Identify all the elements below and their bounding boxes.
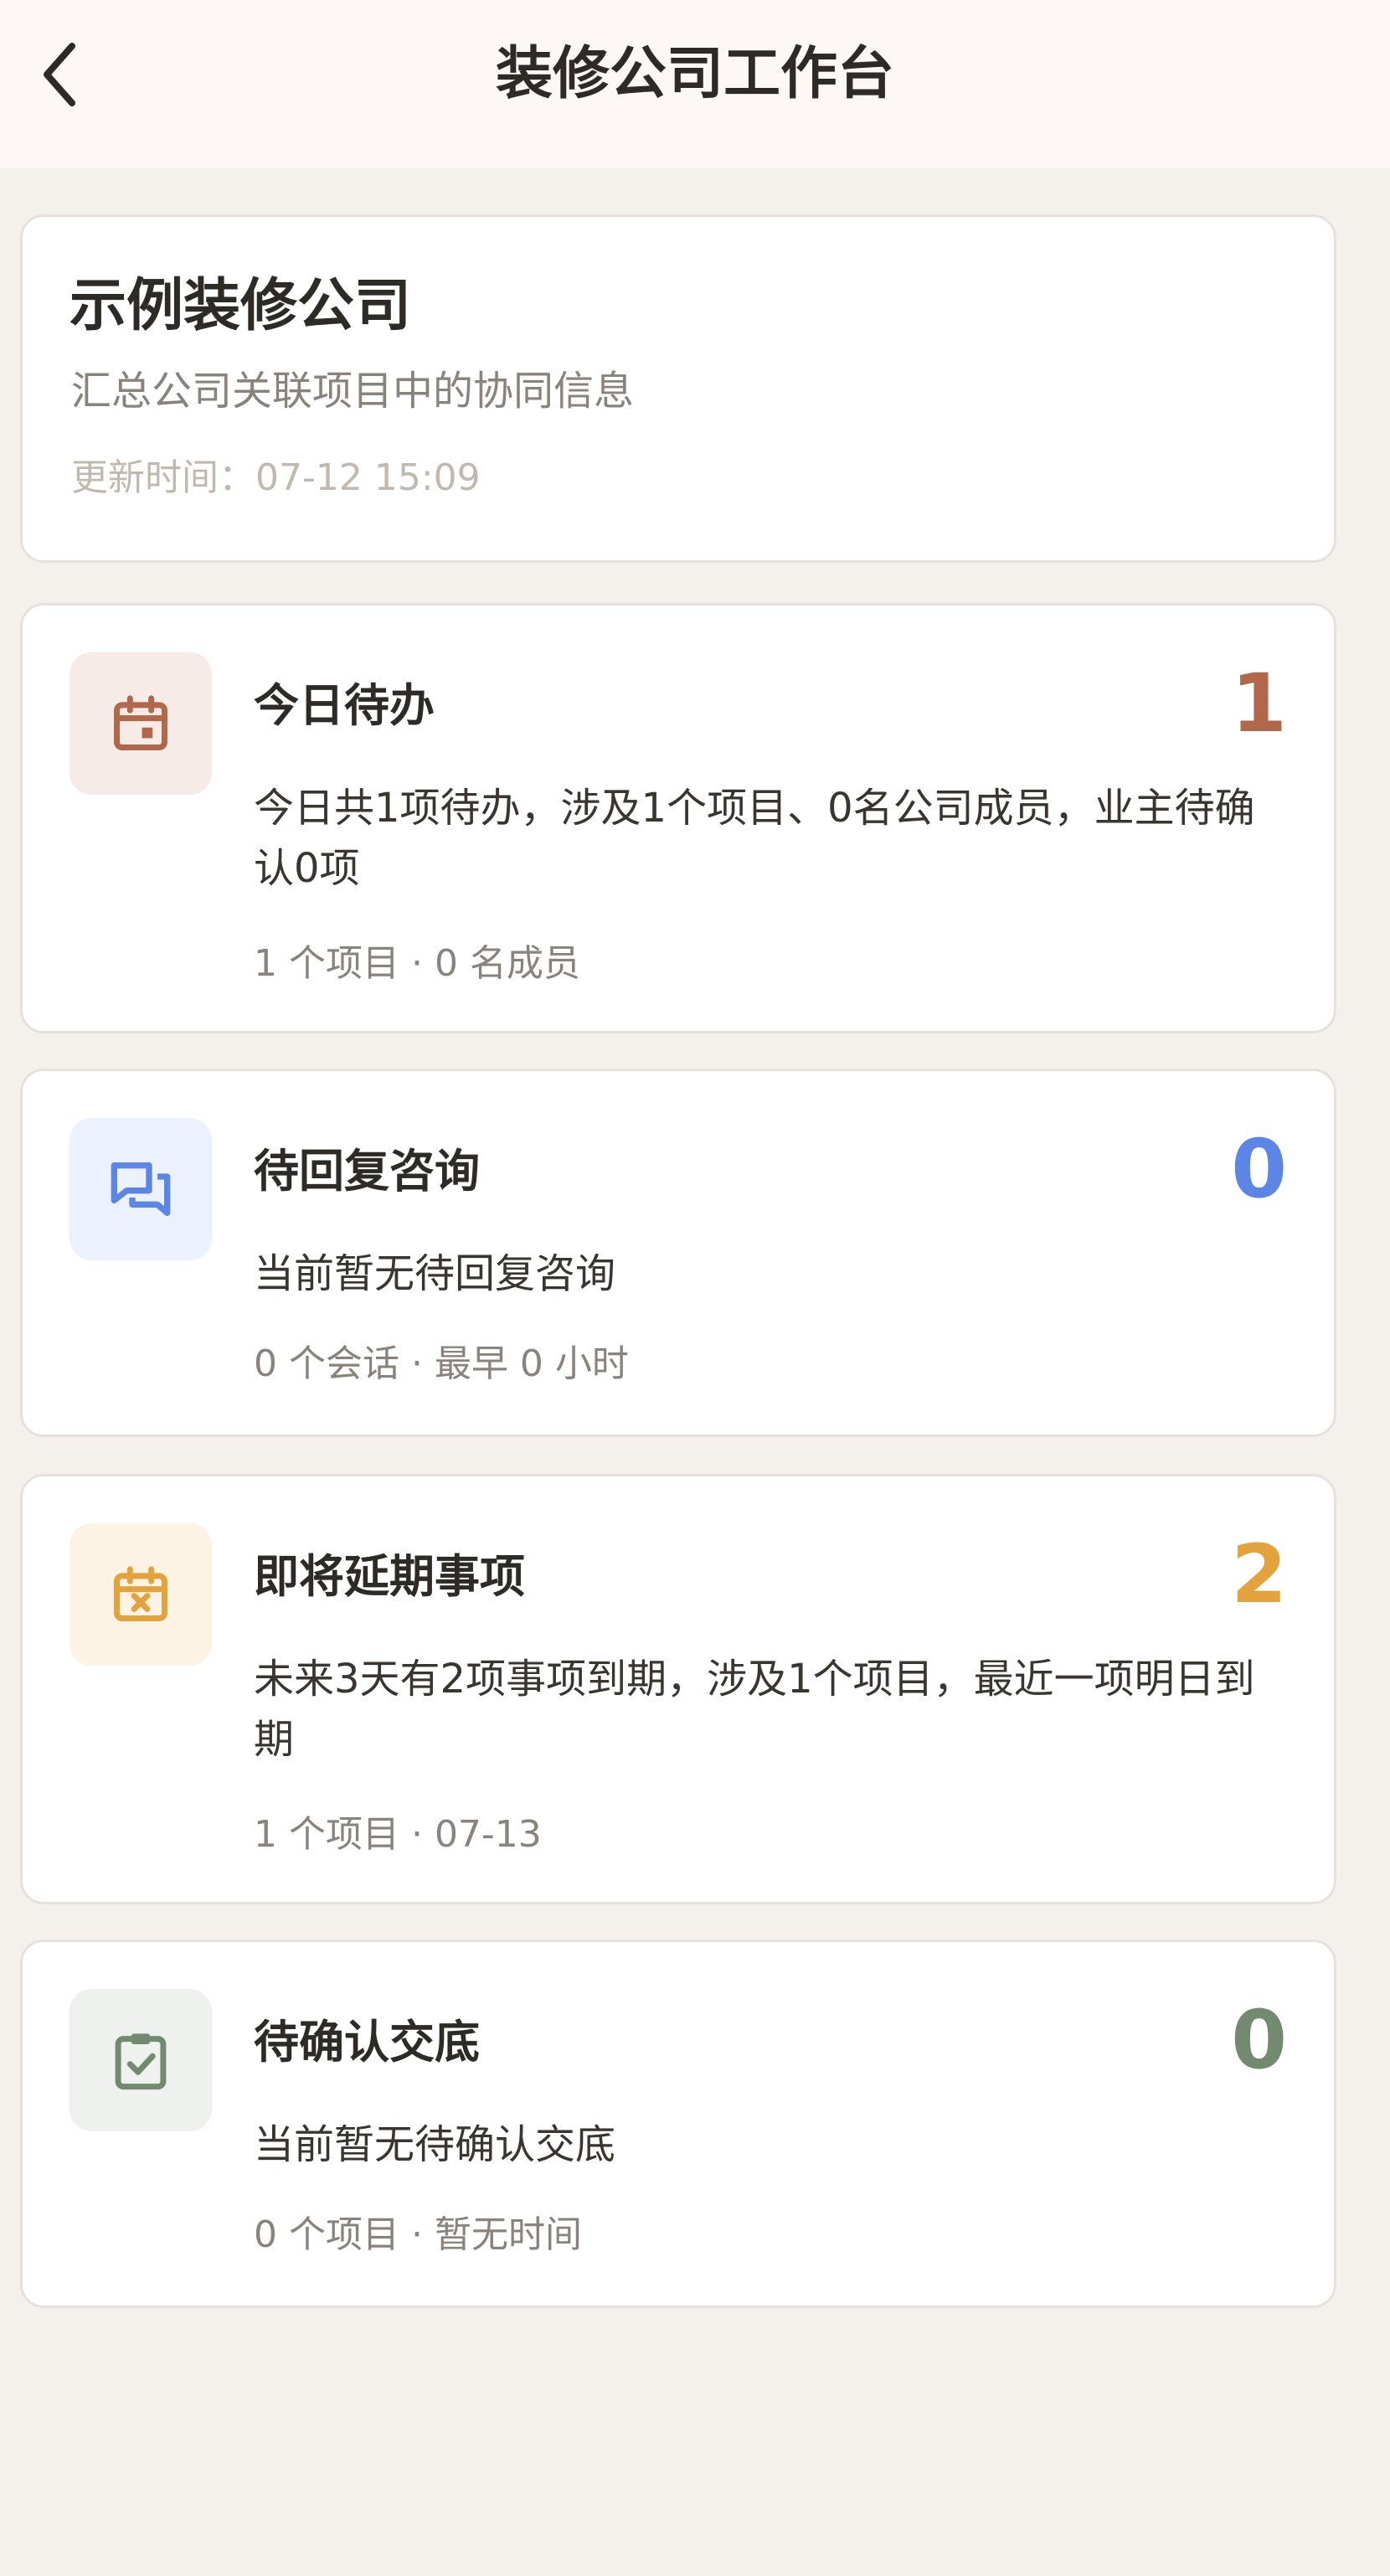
page-title: 装修公司工作台 (495, 41, 894, 107)
task-description: 当前暂无待确认交底 (254, 2121, 616, 2168)
task-meta: 0 个会话 · 最早 0 小时 (254, 1342, 629, 1385)
task-title: 即将延期事项 (254, 1550, 525, 1603)
company-name: 示例装修公司 (70, 273, 412, 339)
task-card-upcoming-overdue[interactable]: 即将延期事项 2 未来3天有2项事项到期，涉及1个项目，最近一项明日到期 1 个… (20, 1474, 1336, 1904)
task-card-pending-consultations[interactable]: 待回复咨询 0 当前暂无待回复咨询 0 个会话 · 最早 0 小时 (20, 1069, 1336, 1437)
icon-tile (70, 652, 212, 795)
task-count: 2 (1231, 1528, 1287, 1621)
task-meta: 1 个项目 · 0 名成员 (254, 942, 580, 985)
task-card-today-todo[interactable]: 今日待办 1 今日共1项待办，涉及1个项目、0名公司成员，业主待确认0项 1 个… (20, 603, 1336, 1033)
icon-tile (70, 1989, 212, 2131)
task-description: 今日共1项待办，涉及1个项目、0名公司成员，业主待确认0项 (254, 785, 1255, 892)
task-meta: 1 个项目 · 07-13 (254, 1813, 542, 1856)
task-description: 当前暂无待回复咨询 (254, 1250, 616, 1297)
calendar-x-icon (114, 1566, 167, 1621)
chat-bubbles-icon (111, 1162, 171, 1216)
icon-tile (70, 1118, 212, 1260)
task-count: 0 (1231, 1993, 1287, 2087)
icon-tile (70, 1523, 212, 1666)
task-meta: 0 个项目 · 暂无时间 (254, 2213, 582, 2256)
top-bar: 装修公司工作台 (0, 0, 1390, 167)
calendar-icon (114, 695, 167, 750)
task-title: 今日待办 (254, 679, 435, 732)
task-card-pending-handover[interactable]: 待确认交底 0 当前暂无待确认交底 0 个项目 · 暂无时间 (20, 1940, 1336, 2308)
task-count: 0 (1231, 1122, 1287, 1216)
company-summary-card: 示例装修公司 汇总公司关联项目中的协同信息 更新时间：07-12 15:09 (20, 214, 1336, 563)
task-description: 未来3天有2项事项到期，涉及1个项目，最近一项明日到期 (254, 1656, 1255, 1763)
clipboard-check-icon (115, 2033, 167, 2090)
task-title: 待回复咨询 (254, 1145, 480, 1198)
updated-timestamp: 更新时间：07-12 15:09 (71, 456, 481, 499)
company-description: 汇总公司关联项目中的协同信息 (71, 368, 635, 415)
task-count: 1 (1231, 657, 1287, 750)
task-title: 待确认交底 (254, 2016, 480, 2069)
